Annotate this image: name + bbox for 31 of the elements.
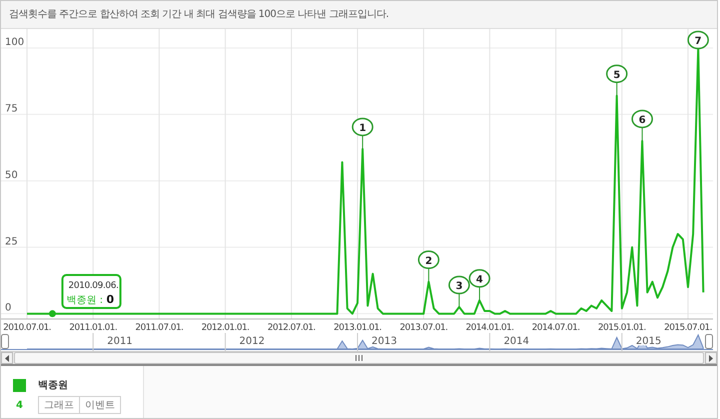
annotation: 7 <box>694 36 702 47</box>
axis-label: 2012.07.01. <box>268 323 316 333</box>
axis-label: 2010.07.01. <box>3 323 51 333</box>
event-count: 4 <box>15 400 24 410</box>
axis-label: 75 <box>5 103 18 114</box>
year-label: 2014 <box>504 336 530 347</box>
annotation: 6 <box>638 114 646 126</box>
axis-label: 2012.01.01. <box>201 323 250 333</box>
annotation: 4 <box>476 274 484 286</box>
axis-label: 2014.07.01. <box>532 323 580 333</box>
axis-label: 25 <box>5 236 18 248</box>
axis-label: 2015.01.01. <box>598 323 646 333</box>
axis-label: 2011.01.01. <box>69 323 117 333</box>
axis-label: 2013.01.01. <box>334 323 382 333</box>
axis-label: 2015.07.01. <box>664 323 712 333</box>
tooltip: 2010.09.06. 백종원 : 0 <box>61 274 122 309</box>
year-label: 2012 <box>239 336 265 347</box>
axis-label: 2011.07.01. <box>135 323 184 333</box>
chart-description: 검색횟수를 주간으로 합산하여 조회 기간 내 최대 검색량을 100으로 나타낸 그래프입니다. <box>1 1 717 29</box>
axis-label: 2013.07.01. <box>400 323 448 333</box>
annotation: 3 <box>456 281 463 292</box>
series-name: 백종원 <box>38 379 68 392</box>
annotation: 2 <box>425 256 432 267</box>
axis-label: 0 <box>5 302 12 314</box>
annotation: 1 <box>359 122 366 134</box>
annotation: 5 <box>613 70 620 81</box>
year-label: 2011 <box>107 336 133 347</box>
axis-label: 2014.01.01. <box>466 323 514 333</box>
year-label: 2013 <box>372 336 397 347</box>
axis-label: 50 <box>5 170 18 181</box>
axis-label: 100 <box>5 37 24 48</box>
